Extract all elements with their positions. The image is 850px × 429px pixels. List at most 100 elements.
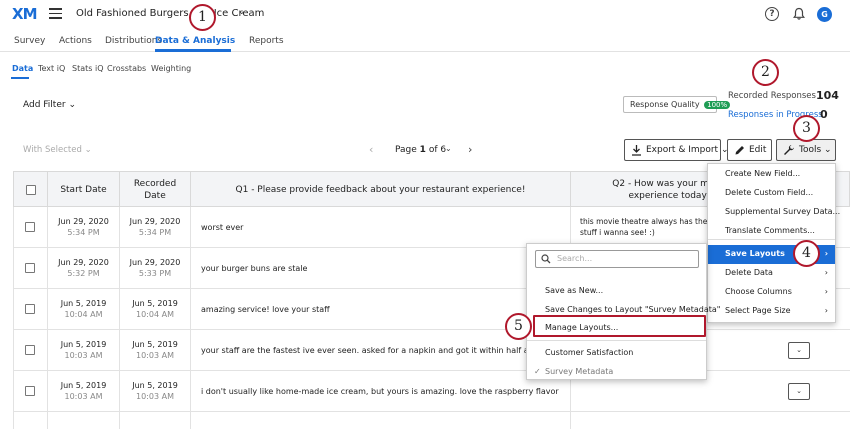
recorded-time: 5:34 PM <box>138 228 172 237</box>
subtab-data[interactable]: Data <box>12 64 33 73</box>
row-checkbox[interactable] <box>25 222 35 232</box>
start-date-cell: Jun 5, 2019 10:04 AM <box>48 289 120 330</box>
next-page-icon[interactable]: › <box>468 143 472 156</box>
row-checkbox[interactable] <box>25 263 35 273</box>
select-all-cell <box>14 172 48 208</box>
subtab-text-iq[interactable]: Text iQ <box>38 64 65 73</box>
page-indicator[interactable]: Page 1 of 6 <box>395 145 446 155</box>
help-icon[interactable]: ? <box>765 7 779 21</box>
response-quality-button[interactable]: Response Quality 100% <box>623 96 731 113</box>
row-checkbox[interactable] <box>25 386 35 396</box>
chevron-right-icon: › <box>824 287 828 296</box>
chevron-down-icon: ⌄ <box>84 145 92 155</box>
row-actions-button[interactable]: ⌄ <box>788 342 810 359</box>
bell-icon[interactable] <box>792 7 806 21</box>
start-time: 5:32 PM <box>67 269 100 278</box>
recorded-date-cell <box>120 412 191 429</box>
subtab-weighting[interactable]: Weighting <box>151 64 191 73</box>
manage-layouts-highlight <box>533 315 706 337</box>
start-date-cell: Jun 29, 2020 5:32 PM <box>48 248 120 289</box>
xm-logo[interactable]: XM <box>12 5 37 23</box>
layout-item-survey-metadata[interactable]: ✓ Survey Metadata <box>527 363 706 382</box>
header-q1[interactable]: Q1 - Please provide feedback about your … <box>191 172 571 208</box>
recorded-date: Jun 5, 2019 <box>132 381 178 390</box>
chevron-right-icon: › <box>824 249 828 258</box>
export-import-button[interactable]: Export & Import ⌄ <box>624 139 729 161</box>
row-check-cell <box>14 330 48 371</box>
chevron-down-icon: ⌄ <box>68 100 76 110</box>
menu-item-delete-data[interactable]: Delete Data › <box>708 264 835 283</box>
menu-item-select-page-size[interactable]: Select Page Size › <box>708 302 835 321</box>
tab-survey[interactable]: Survey <box>14 36 45 46</box>
response-quality-badge: 100% <box>704 101 731 109</box>
sub-nav: Data Text iQ Stats iQ Crosstabs Weightin… <box>0 52 850 82</box>
search-placeholder: Search... <box>557 254 593 263</box>
avatar[interactable]: G <box>817 7 832 22</box>
recorded-date-cell: Jun 29, 2020 5:34 PM <box>120 207 191 248</box>
callout-3: 3 <box>793 115 820 142</box>
recorded-date-cell: Jun 5, 2019 10:03 AM <box>120 330 191 371</box>
layout-item-customer-satisfaction[interactable]: Customer Satisfaction <box>527 344 706 363</box>
subtab-crosstabs[interactable]: Crosstabs <box>107 64 146 73</box>
start-time: 10:04 AM <box>64 310 103 319</box>
q1-cell: i don't usually like home-made ice cream… <box>191 371 571 412</box>
recorded-responses-label: Recorded Responses <box>728 91 816 101</box>
tab-data-analysis[interactable]: Data & Analysis <box>155 36 235 46</box>
menu-item-supplemental-survey-data[interactable]: Supplemental Survey Data... <box>708 203 840 222</box>
start-date: Jun 29, 2020 <box>58 217 109 226</box>
start-date-cell <box>48 412 120 429</box>
menu-item-create-new-field[interactable]: Create New Field... <box>708 165 835 184</box>
chevron-down-icon[interactable]: ⌄ <box>445 144 452 153</box>
menu-item-choose-columns[interactable]: Choose Columns › <box>708 283 835 302</box>
page-current: 1 <box>419 145 426 155</box>
layout-name: Survey Metadata <box>545 367 614 376</box>
q1-cell <box>191 412 571 429</box>
table-row[interactable]: Jun 5, 2019 10:03 AM Jun 5, 2019 10:03 AM … <box>13 371 850 412</box>
row-checkbox[interactable] <box>25 304 35 314</box>
select-all-checkbox[interactable] <box>25 185 36 195</box>
recorded-date: Jun 5, 2019 <box>132 340 178 349</box>
recorded-date-cell: Jun 5, 2019 10:04 AM <box>120 289 191 330</box>
menu-item-delete-custom-field[interactable]: Delete Custom Field... <box>708 184 835 203</box>
start-date-cell: Jun 29, 2020 5:34 PM <box>48 207 120 248</box>
wrench-icon <box>784 145 794 155</box>
checkmark-icon: ✓ <box>534 367 541 376</box>
previous-page-icon[interactable]: ‹ <box>369 143 373 156</box>
edit-button[interactable]: Edit <box>727 139 772 161</box>
row-check-cell <box>14 289 48 330</box>
save-layouts-submenu: Search... Save as New... Save Changes to… <box>526 243 720 382</box>
page-prefix: Page <box>395 145 417 155</box>
add-filter-button[interactable]: Add Filter ⌄ <box>23 100 76 110</box>
menu-icon[interactable] <box>49 8 62 19</box>
row-checkbox[interactable] <box>25 345 35 355</box>
start-time: 5:34 PM <box>67 228 100 237</box>
choose-columns-label: Choose Columns <box>725 287 792 296</box>
delete-data-label: Delete Data <box>725 268 773 277</box>
active-subtab-indicator <box>11 77 29 79</box>
tab-distributions[interactable]: Distributions <box>105 36 162 46</box>
start-time: 10:03 AM <box>64 351 103 360</box>
layout-search-input[interactable]: Search... <box>535 250 699 268</box>
recorded-time: 5:33 PM <box>138 269 172 278</box>
q1-cell: your burger buns are stale <box>191 248 571 289</box>
chevron-right-icon: › <box>824 268 828 277</box>
save-as-new-item[interactable]: Save as New... <box>527 282 706 301</box>
subtab-stats-iq[interactable]: Stats iQ <box>72 64 103 73</box>
header-recorded-date[interactable]: Recorded Date <box>120 172 191 208</box>
header-start-date[interactable]: Start Date <box>48 172 120 208</box>
with-selected-dropdown[interactable]: With Selected ⌄ <box>23 145 92 155</box>
start-date-cell: Jun 5, 2019 10:03 AM <box>48 371 120 412</box>
top-bar: XM Old Fashioned Burgers and Ice Cream ⌄… <box>0 0 850 30</box>
q1-cell: worst ever <box>191 207 571 248</box>
table-row[interactable]: Jun 5, 2019 10:03 AM Jun 5, 2019 10:03 AM … <box>13 330 850 371</box>
tools-menu: Create New Field... Delete Custom Field.… <box>707 163 840 323</box>
recorded-time: 10:03 AM <box>136 351 174 360</box>
tab-actions[interactable]: Actions <box>59 36 92 46</box>
chevron-down-icon[interactable]: ⌄ <box>238 7 246 17</box>
tab-reports[interactable]: Reports <box>249 36 284 46</box>
tools-button[interactable]: Tools ⌄ <box>776 139 836 161</box>
download-icon <box>632 145 641 156</box>
survey-title[interactable]: Old Fashioned Burgers and Ice Cream <box>76 8 264 19</box>
row-actions-button[interactable]: ⌄ <box>788 383 810 400</box>
row-check-cell <box>14 371 48 412</box>
